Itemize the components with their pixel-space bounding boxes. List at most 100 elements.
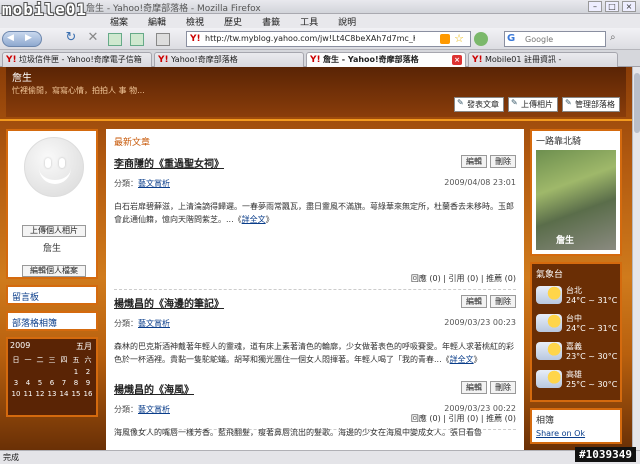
delete-button[interactable]: 刪除	[490, 295, 516, 308]
upload-avatar-button[interactable]: 上傳個人相片	[22, 225, 86, 237]
calendar-day[interactable]: 3	[10, 379, 22, 387]
calendar-day[interactable]: 2	[82, 368, 94, 376]
weather-widget: 氣象台 台北 24°C ~ 31°C 台中 24°C ~ 31°C 嘉義 23°…	[530, 262, 622, 402]
weather-row: 台北 24°C ~ 31°C	[536, 284, 617, 312]
edit-profile-button[interactable]: 編輯個人檔案	[22, 265, 86, 277]
share-link[interactable]: Share on Ok	[532, 429, 620, 442]
article-item: 楊熾昌的《海邊的筆記》 編輯 刪除 分類：藝文賞析 2009/03/23 00:…	[114, 295, 516, 423]
minimize-button[interactable]: –	[588, 1, 602, 12]
menu-help[interactable]: 說明	[338, 15, 356, 28]
calendar-day[interactable]: 10	[10, 390, 22, 398]
right-column: 一路靠北騎 詹生 氣象台 台北 24°C ~ 31°C 台中 24°C ~ 31…	[530, 129, 622, 450]
manage-blog-button[interactable]: 管理部落格	[562, 97, 620, 112]
weather-temp: 24°C ~ 31°C	[566, 324, 618, 333]
delete-button[interactable]: 刪除	[490, 155, 516, 168]
calendar-day	[22, 368, 34, 376]
window-title: 詹生 - Yahoo!奇摩部落格 - Mozilla Firefox	[86, 4, 261, 14]
calendar-day[interactable]: 5	[34, 379, 46, 387]
calendar-day[interactable]: 13	[46, 390, 58, 398]
calendar-day[interactable]: 14	[58, 390, 70, 398]
read-more-link[interactable]: 詳全文	[450, 355, 474, 364]
back-forward-button[interactable]	[2, 31, 42, 47]
calendar-day[interactable]: 12	[34, 390, 46, 398]
search-icon[interactable]: ⌕	[610, 32, 624, 46]
logo-overlay: mobile01	[2, 0, 88, 19]
category-label: 分類：	[114, 405, 138, 414]
go-button[interactable]	[474, 32, 488, 46]
guestbook-link[interactable]: 留言板	[6, 285, 98, 305]
article-title[interactable]: 楊熾昌的《海風》	[114, 381, 516, 396]
menu-file[interactable]: 檔案	[110, 15, 128, 28]
reload-icon[interactable]: ↻	[62, 31, 80, 47]
calendar-month[interactable]: 五月	[76, 341, 92, 352]
menu-history[interactable]: 歷史	[224, 15, 242, 28]
url-bar[interactable]: Y! http://tw.myblog.yahoo.com/jw!Lt4C8be…	[186, 31, 471, 47]
search-box[interactable]: G	[504, 31, 606, 47]
delete-button[interactable]: 刪除	[490, 381, 516, 394]
calendar-day[interactable]: 4	[22, 379, 34, 387]
calendar-day[interactable]: 6	[46, 379, 58, 387]
weather-city[interactable]: 高雄	[566, 369, 582, 380]
scrollbar-thumb[interactable]	[634, 73, 640, 133]
article-excerpt: 白石岩扉碧蘚滋，上清淪謫得歸遲。一春夢雨常飄瓦，盡日靈風不滿旗。萼綠華來無定所，…	[114, 202, 514, 224]
maximize-button[interactable]: □	[605, 1, 619, 12]
category-link[interactable]: 藝文賞析	[138, 319, 170, 328]
calendar-day[interactable]: 15	[70, 390, 82, 398]
tab-yahoo-blog[interactable]: Y! Yahoo!奇摩部落格	[154, 52, 304, 67]
close-tab-icon[interactable]: ×	[452, 55, 462, 65]
edit-button[interactable]: 編輯	[461, 381, 487, 394]
calendar-day[interactable]: 16	[82, 390, 94, 398]
tab-bar: Y! 垃圾信件匣 - Yahoo!奇摩電子信箱 Y! Yahoo!奇摩部落格 Y…	[0, 50, 640, 68]
category-link[interactable]: 藝文賞析	[138, 179, 170, 188]
calendar-day[interactable]: 8	[70, 379, 82, 387]
article-title[interactable]: 李商隱的《重過聖女祠》	[114, 155, 516, 170]
tab-current-blog[interactable]: Y! 詹生 - Yahoo!奇摩部落格 ×	[306, 52, 466, 68]
menu-bookmarks[interactable]: 書籤	[262, 15, 280, 28]
yahoo-favicon-icon: Y!	[190, 34, 201, 44]
star-icon[interactable]: ☆	[454, 32, 464, 45]
album-link[interactable]: 部落格相簿	[6, 311, 98, 331]
edit-button[interactable]: 編輯	[461, 295, 487, 308]
calendar-day[interactable]: 11	[22, 390, 34, 398]
tab-mail[interactable]: Y! 垃圾信件匣 - Yahoo!奇摩電子信箱	[2, 52, 152, 67]
category-link[interactable]: 藝文賞析	[138, 405, 170, 414]
tab-mobile01[interactable]: Y! Mobile01 註冊資訊 -	[468, 52, 618, 67]
calendar-day[interactable]: 1	[70, 368, 82, 376]
vertical-scrollbar[interactable]	[632, 67, 640, 450]
profile-name[interactable]: 詹生	[8, 241, 96, 254]
post-article-button[interactable]: 發表文章	[454, 97, 504, 112]
menu-view[interactable]: 檢視	[186, 15, 204, 28]
article-excerpt: 森林的巴克斯酒神戴著年輕人的靈魂，道有床上素著清色的輪廓，少女做著表色的呼吸賽愛…	[114, 342, 514, 364]
partly-cloudy-icon	[536, 342, 562, 360]
weekday: 日	[12, 356, 20, 364]
menu-tools[interactable]: 工具	[300, 15, 318, 28]
upload-photo-button[interactable]: 上傳相片	[508, 97, 558, 112]
divider	[114, 289, 516, 290]
main-column: 最新文章 李商隱的《重過聖女祠》 編輯 刪除 分類：藝文賞析 2009/04/0…	[106, 129, 524, 450]
menu-edit[interactable]: 編輯	[148, 15, 166, 28]
article-title[interactable]: 楊熾昌的《海邊的筆記》	[114, 295, 516, 310]
stop-icon[interactable]: ✕	[84, 31, 102, 47]
weather-city[interactable]: 台中	[566, 313, 582, 324]
weather-city[interactable]: 嘉義	[566, 341, 582, 352]
profile-box: 上傳個人相片 詹生 編輯個人檔案	[6, 129, 98, 279]
calendar-day[interactable]: 9	[82, 379, 94, 387]
divider	[0, 119, 632, 121]
read-more-link[interactable]: 詳全文	[242, 215, 266, 224]
calendar-day	[10, 368, 22, 376]
rss-icon[interactable]	[440, 34, 450, 44]
weather-city[interactable]: 台北	[566, 285, 582, 296]
calendar-year[interactable]: 2009	[10, 341, 30, 350]
search-input[interactable]	[525, 33, 603, 45]
blog-name[interactable]: 詹生	[12, 69, 32, 84]
new-tab-icon[interactable]	[130, 33, 144, 46]
yahoo-favicon-icon: Y!	[6, 55, 17, 65]
calendar-day[interactable]: 7	[58, 379, 70, 387]
article-counts[interactable]: 回應 (0) | 引用 (0) | 推薦 (0)	[411, 273, 516, 284]
addon-icon[interactable]	[156, 33, 170, 46]
edit-button[interactable]: 編輯	[461, 155, 487, 168]
close-window-button[interactable]: ×	[622, 1, 636, 12]
cyclist-photo[interactable]: 詹生	[536, 150, 616, 250]
bookmark-icon[interactable]	[108, 33, 122, 46]
widget-title: 相簿	[536, 416, 555, 426]
